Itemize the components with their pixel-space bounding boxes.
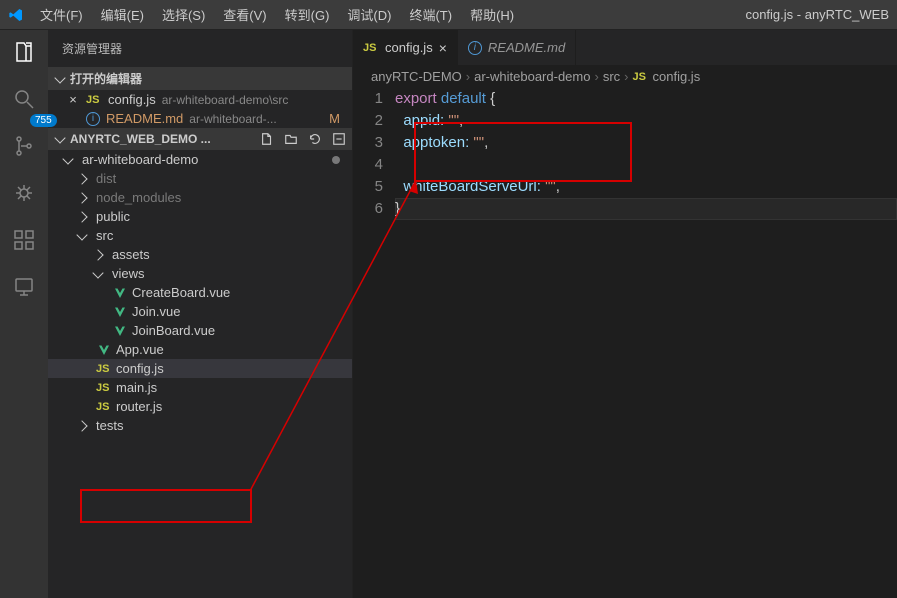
js-icon: JS — [86, 94, 102, 106]
chevron-icon — [76, 192, 87, 203]
chevron-icon — [76, 420, 87, 431]
tree-folder-root[interactable]: ar-whiteboard-demo — [48, 150, 352, 169]
vue-icon — [112, 325, 128, 337]
chevron-down-icon — [54, 132, 65, 143]
tab-config[interactable]: JS config.js × — [353, 30, 458, 65]
vscode-icon — [8, 7, 24, 23]
tree-js[interactable]: JSmain.js — [48, 378, 352, 397]
chevron-icon — [92, 249, 103, 260]
info-icon: i — [468, 41, 482, 55]
new-folder-icon[interactable] — [284, 132, 298, 146]
vue-icon — [112, 306, 128, 318]
tree-vue[interactable]: Join.vue — [48, 302, 352, 321]
tree-folder[interactable]: tests — [48, 416, 352, 435]
title-bar: 文件(F) 编辑(E) 选择(S) 查看(V) 转到(G) 调试(D) 终端(T… — [0, 0, 897, 30]
tree-folder[interactable]: src — [48, 226, 352, 245]
new-file-icon[interactable] — [260, 132, 274, 146]
refresh-icon[interactable] — [308, 132, 322, 146]
code-area[interactable]: 123 456 export default { appid: "", appt… — [353, 88, 897, 220]
js-icon: JS — [363, 42, 379, 54]
activity-bar: 755 — [0, 30, 48, 598]
menu-terminal[interactable]: 终端(T) — [401, 1, 460, 28]
project-header[interactable]: ANYRTC_WEB_DEMO ... — [48, 128, 352, 150]
debug-icon[interactable] — [12, 181, 36, 210]
chevron-icon — [76, 229, 87, 240]
tree-folder[interactable]: dist — [48, 169, 352, 188]
tab-readme[interactable]: i README.md — [458, 30, 576, 65]
menu-debug[interactable]: 调试(D) — [339, 1, 399, 28]
info-icon: i — [86, 112, 100, 126]
js-icon: JS — [633, 71, 649, 83]
menu-help[interactable]: 帮助(H) — [462, 1, 522, 28]
window-title: config.js - anyRTC_WEB — [745, 7, 897, 22]
scm-badge: 755 — [30, 114, 57, 127]
vue-icon — [112, 287, 128, 299]
tree-folder[interactable]: views — [48, 264, 352, 283]
code-lines: export default { appid: "", apptoken: ""… — [395, 88, 897, 220]
explorer-icon[interactable] — [12, 40, 36, 69]
collapse-icon[interactable] — [332, 132, 346, 146]
menu-view[interactable]: 查看(V) — [215, 1, 274, 28]
js-icon: JS — [96, 382, 112, 394]
js-icon: JS — [96, 363, 112, 375]
menu-select[interactable]: 选择(S) — [154, 1, 213, 28]
tree-vue[interactable]: CreateBoard.vue — [48, 283, 352, 302]
search-icon[interactable] — [12, 87, 36, 116]
tree-vue[interactable]: App.vue — [48, 340, 352, 359]
gutter: 123 456 — [353, 88, 395, 220]
extensions-icon[interactable] — [12, 228, 36, 257]
tree-js[interactable]: JSconfig.js — [48, 359, 352, 378]
close-icon[interactable]: × — [66, 92, 80, 107]
tabs: JS config.js × i README.md — [353, 30, 897, 65]
sidebar: 资源管理器 打开的编辑器 × JS config.js ar-whiteboar… — [48, 30, 353, 598]
chevron-down-icon — [54, 72, 65, 83]
remote-icon[interactable] — [12, 275, 36, 304]
open-editor-item[interactable]: i README.md ar-whiteboard-... M — [48, 109, 352, 128]
sidebar-title: 资源管理器 — [48, 30, 352, 67]
chevron-icon — [92, 267, 103, 278]
chevron-icon — [76, 211, 87, 222]
vue-icon — [96, 344, 112, 356]
tree-folder[interactable]: public — [48, 207, 352, 226]
source-control-icon[interactable] — [12, 134, 36, 163]
tree-folder[interactable]: node_modules — [48, 188, 352, 207]
modified-dot-icon — [332, 156, 340, 164]
file-tree: ar-whiteboard-demo distnode_modulespubli… — [48, 150, 352, 435]
editor: JS config.js × i README.md anyRTC-DEMO› … — [353, 30, 897, 598]
menu-file[interactable]: 文件(F) — [32, 1, 91, 28]
menu-edit[interactable]: 编辑(E) — [93, 1, 152, 28]
tree-js[interactable]: JSrouter.js — [48, 397, 352, 416]
open-editors-header[interactable]: 打开的编辑器 — [48, 67, 352, 90]
open-editor-item[interactable]: × JS config.js ar-whiteboard-demo\src — [48, 90, 352, 109]
js-icon: JS — [96, 401, 112, 413]
menubar: 文件(F) 编辑(E) 选择(S) 查看(V) 转到(G) 调试(D) 终端(T… — [32, 1, 745, 28]
chevron-icon — [76, 173, 87, 184]
breadcrumb[interactable]: anyRTC-DEMO› ar-whiteboard-demo› src› JS… — [353, 65, 897, 88]
chevron-down-icon — [62, 153, 73, 164]
menu-goto[interactable]: 转到(G) — [277, 1, 338, 28]
close-icon[interactable]: × — [439, 40, 447, 56]
tree-folder[interactable]: assets — [48, 245, 352, 264]
tree-vue[interactable]: JoinBoard.vue — [48, 321, 352, 340]
